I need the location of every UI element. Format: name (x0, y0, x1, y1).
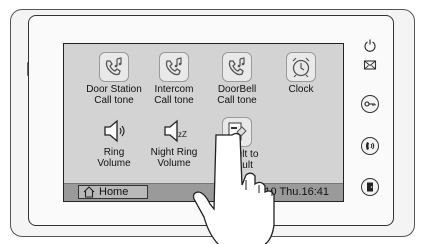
pointing-hand-illustration (192, 132, 275, 244)
